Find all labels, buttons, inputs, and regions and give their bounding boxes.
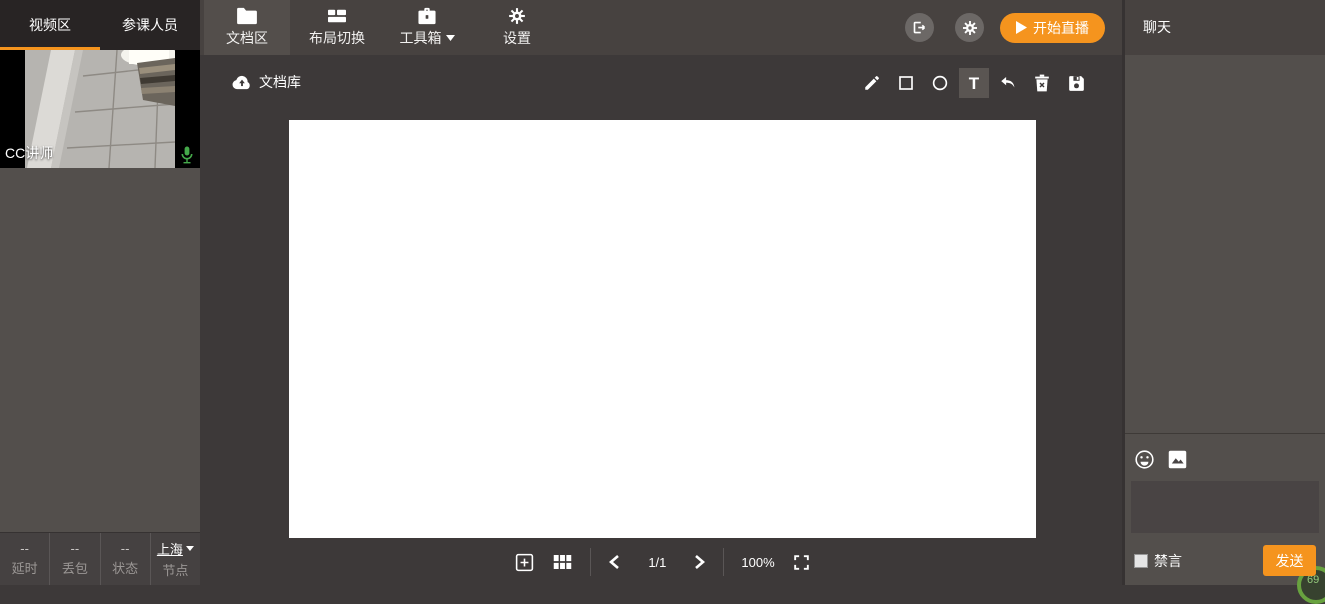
nav-label: 布局切换: [309, 30, 365, 46]
rectangle-icon: [897, 74, 915, 92]
ellipse-tool-button[interactable]: [925, 68, 955, 98]
stat-label: 状态: [112, 561, 139, 576]
stat-label: 延时: [11, 561, 38, 576]
nav-label: 文档区: [226, 30, 268, 46]
chevron-left-icon: [608, 554, 620, 570]
logout-icon: [912, 20, 927, 35]
page-controls: 1/1 100%: [200, 548, 1125, 576]
folder-icon: [236, 7, 258, 25]
mute-label: 禁言: [1154, 553, 1182, 569]
top-toolbar: 文档区 布局切换 工具箱 设置 开始直播: [200, 0, 1125, 55]
compose-toolbar: [1134, 449, 1188, 470]
document-canvas[interactable]: [289, 120, 1036, 538]
chat-input[interactable]: [1131, 481, 1319, 533]
compose-bottom: 禁言 发送: [1125, 544, 1325, 578]
presenter-name-label: CC讲师: [5, 145, 54, 161]
caret-down-icon: [445, 35, 455, 41]
tab-toolbox[interactable]: 工具箱: [384, 0, 470, 55]
text-tool-button[interactable]: T: [959, 68, 989, 98]
stat-value: --: [20, 541, 29, 556]
zoom-level: 100%: [741, 554, 775, 570]
plus-square-icon: [514, 552, 535, 573]
mute-toggle[interactable]: 禁言: [1134, 551, 1182, 571]
rectangle-tool-button[interactable]: [891, 68, 921, 98]
undo-icon: [999, 74, 1017, 92]
microphone-icon[interactable]: [180, 146, 194, 164]
page-indicator: 1/1: [648, 554, 667, 570]
chat-message-list[interactable]: [1125, 55, 1325, 433]
delete-annotation-button[interactable]: [1027, 68, 1057, 98]
gear-icon: [507, 7, 527, 25]
layout-icon: [326, 7, 348, 25]
tab-layout-switch[interactable]: 布局切换: [294, 0, 380, 55]
main-nav: 文档区 布局切换 工具箱 设置: [200, 0, 564, 55]
gear-icon: [962, 20, 978, 36]
chat-title: 聊天: [1125, 0, 1325, 55]
document-library-button[interactable]: 文档库: [232, 72, 301, 92]
emoji-icon: [1134, 449, 1155, 470]
stat-label: 丢包: [61, 561, 88, 576]
stat-value: --: [70, 541, 80, 556]
divider: [1125, 433, 1325, 434]
tab-settings[interactable]: 设置: [474, 0, 560, 55]
emoji-button[interactable]: [1134, 449, 1155, 470]
play-icon: [1016, 21, 1027, 34]
stat-status: -- 状态: [101, 533, 151, 585]
presenter-video: CC讲师: [0, 50, 200, 168]
undo-button[interactable]: [993, 68, 1023, 98]
fullscreen-icon: [792, 553, 811, 572]
trash-icon: [1034, 74, 1050, 92]
start-live-label: 开始直播: [1033, 19, 1089, 36]
node-value: 上海: [156, 542, 183, 557]
start-live-button[interactable]: 开始直播: [1000, 12, 1105, 43]
chevron-right-icon: [694, 554, 706, 570]
save-icon: [1068, 75, 1085, 92]
tab-participants[interactable]: 参课人员: [100, 0, 200, 50]
image-upload-button[interactable]: [1167, 449, 1188, 470]
add-page-button[interactable]: [514, 552, 535, 573]
stat-packet-loss: -- 丢包: [50, 533, 101, 585]
text-tool-icon: T: [968, 73, 980, 93]
save-annotation-button[interactable]: [1061, 68, 1091, 98]
pencil-icon: [863, 74, 881, 92]
live-studio-app: 文档区 布局切换 工具箱 设置 开始直播 视频区 参课人员 CC讲师 -- 延时…: [0, 0, 1325, 604]
stat-delay: -- 延时: [0, 533, 51, 585]
thumbnail-grid-button[interactable]: [552, 553, 573, 571]
top-actions: 开始直播: [905, 0, 1125, 55]
node-selector[interactable]: 上海 节点: [151, 533, 200, 585]
grid-icon: [552, 553, 573, 571]
nav-label: 工具箱: [399, 30, 442, 46]
next-page-button[interactable]: [694, 554, 706, 570]
image-icon: [1167, 449, 1188, 470]
send-button[interactable]: 发送: [1263, 545, 1316, 576]
toolbox-icon: [416, 7, 438, 25]
exit-button[interactable]: [905, 13, 934, 42]
chat-panel: 聊天 禁言 发送 69: [1122, 0, 1325, 604]
fullscreen-button[interactable]: [792, 553, 811, 572]
stat-value: --: [120, 541, 130, 556]
ellipse-icon: [931, 74, 949, 92]
settings-button[interactable]: [955, 13, 984, 42]
pencil-tool-button[interactable]: [857, 68, 887, 98]
annotation-toolbar: T: [857, 68, 1091, 98]
divider: [590, 548, 592, 576]
cloud-upload-icon: [232, 75, 252, 90]
stat-label: 节点: [162, 563, 189, 578]
caret-down-icon: [185, 546, 194, 551]
tab-document-area[interactable]: 文档区: [204, 0, 290, 55]
mute-checkbox[interactable]: [1134, 554, 1148, 568]
document-area: 文档库 T 1/1 100%: [200, 55, 1125, 585]
nav-label: 设置: [503, 30, 531, 46]
left-tabs: 视频区 参课人员: [0, 0, 200, 50]
document-library-label: 文档库: [259, 74, 301, 90]
left-panel: 视频区 参课人员 CC讲师 -- 延时 -- 丢包 -- 状态 上海 节点: [0, 0, 200, 585]
tab-video-area[interactable]: 视频区: [0, 0, 100, 50]
prev-page-button[interactable]: [608, 554, 620, 570]
network-stats-bar: -- 延时 -- 丢包 -- 状态 上海 节点: [0, 532, 200, 585]
divider: [723, 548, 725, 576]
